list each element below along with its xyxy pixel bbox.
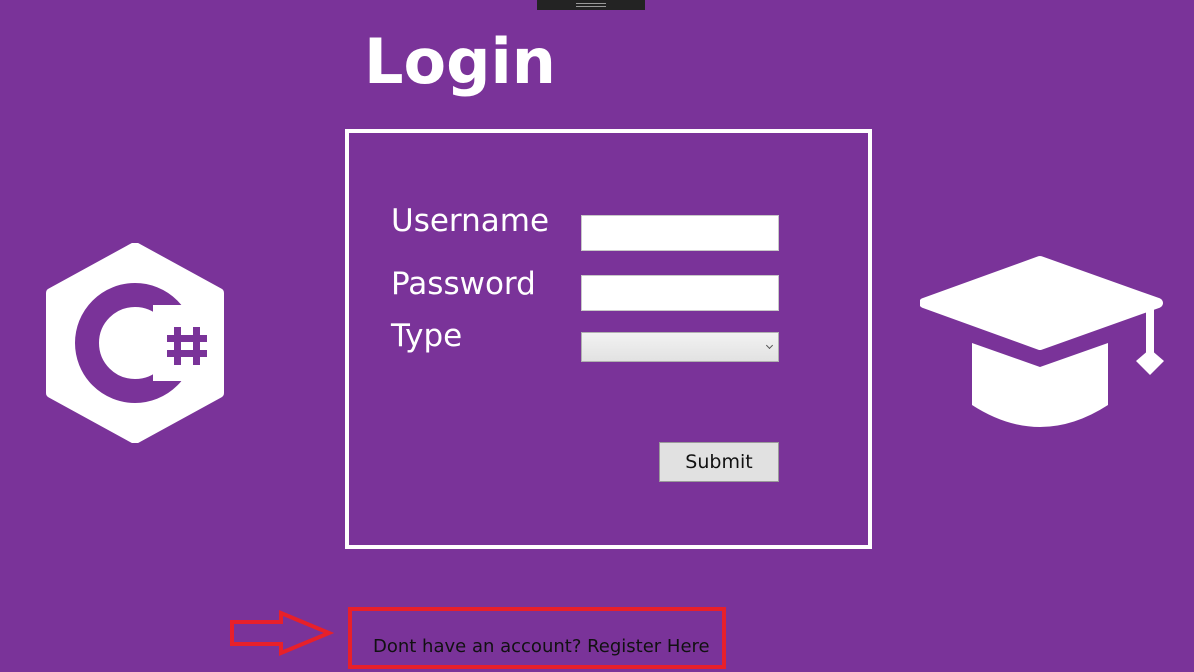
drag-grip-line: [576, 3, 606, 4]
arrow-right-icon: [230, 610, 335, 656]
window-drag-handle[interactable]: [537, 0, 645, 10]
type-select[interactable]: [581, 332, 779, 362]
page-title: Login: [364, 25, 556, 98]
submit-button[interactable]: Submit: [659, 442, 779, 482]
register-link[interactable]: Dont have an account? Register Here: [373, 636, 710, 658]
csharp-logo-icon: [46, 243, 224, 443]
username-label: Username: [391, 203, 550, 239]
type-label: Type: [391, 318, 463, 354]
password-input[interactable]: [581, 275, 779, 311]
username-input[interactable]: [581, 215, 779, 251]
chevron-down-icon: [765, 341, 774, 350]
password-label: Password: [391, 266, 536, 302]
drag-grip-line: [576, 6, 606, 7]
graduation-cap-icon: [920, 256, 1164, 427]
